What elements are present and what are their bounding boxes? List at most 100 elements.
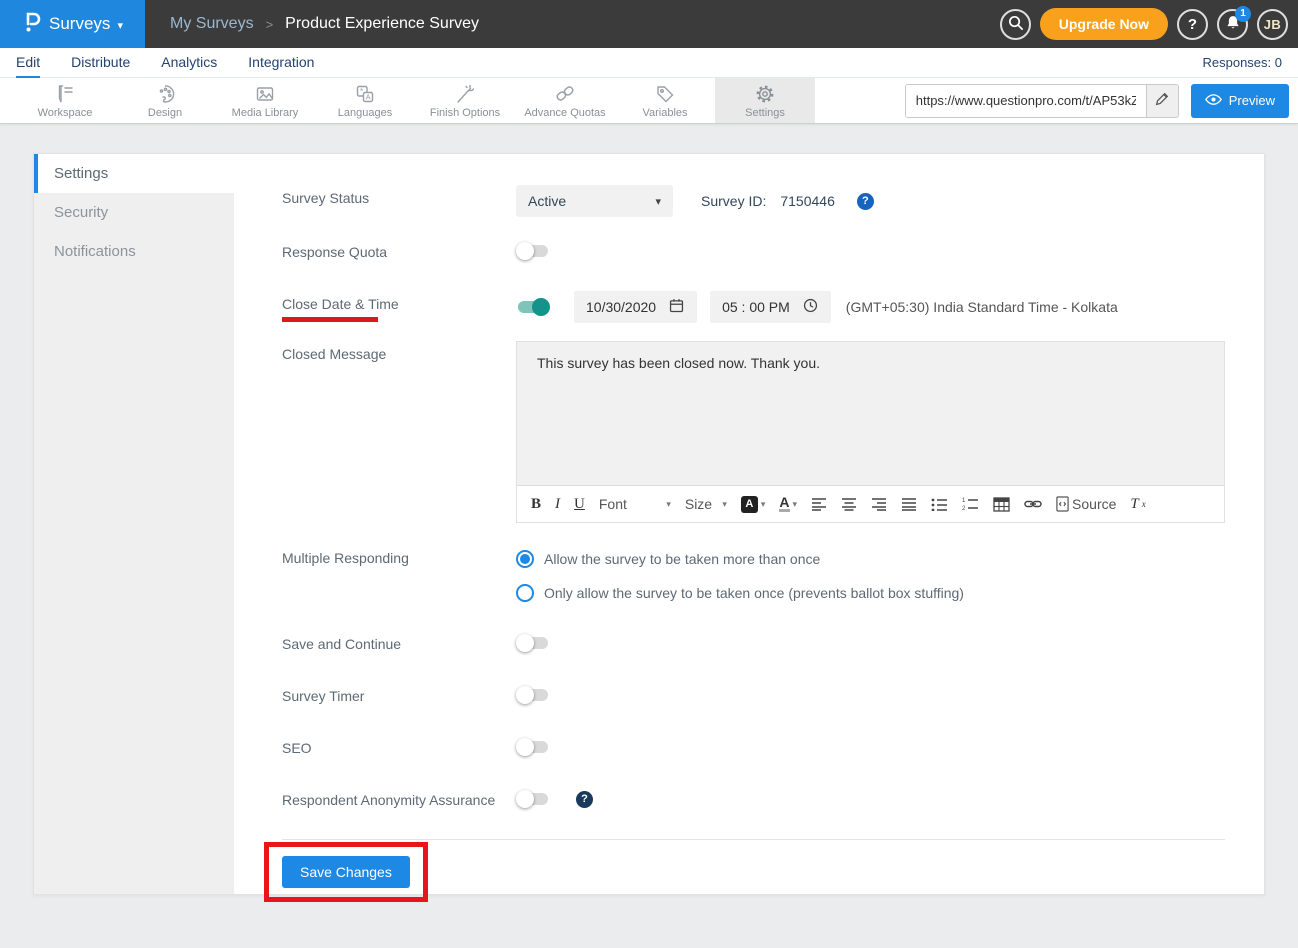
chevron-down-icon: ▾ [117,19,123,32]
chain-link-icon [554,83,576,105]
save-changes-button[interactable]: Save Changes [282,856,410,888]
anonymity-help-icon[interactable]: ? [576,791,593,808]
remove-format-button[interactable]: Tx [1130,496,1145,513]
save-and-continue-row: Save and Continue [282,631,1225,655]
topbar-actions: Upgrade Now ? 1 JB [1000,0,1288,48]
response-quota-row: Response Quota [282,239,1225,263]
calendar-icon [668,297,685,317]
tab-edit[interactable]: Edit [16,48,40,78]
chevron-down-icon: ▾ [666,499,671,510]
divider [282,839,1225,840]
survey-timer-toggle[interactable] [516,685,550,705]
app-switcher[interactable]: Surveys ▾ [0,0,145,48]
breadcrumb-parent[interactable]: My Surveys [170,15,254,33]
underline-button[interactable]: U [574,496,585,513]
svg-text:2: 2 [962,506,966,511]
toolbar-item-design[interactable]: Design [115,78,215,123]
survey-status-row: Survey Status Active ▾ Survey ID: 715044… [282,185,1225,217]
italic-button[interactable]: I [555,496,560,513]
close-time-field[interactable]: 05 : 00 PM [710,291,831,323]
workspace-icon [54,83,76,105]
tab-integration[interactable]: Integration [248,48,314,78]
respondent-anonymity-row: Respondent Anonymity Assurance ? [282,787,1225,811]
background-color-button[interactable]: A▾ [741,496,766,513]
toolbar-item-languages[interactable]: *A Languages [315,78,415,123]
text-color-button[interactable]: A▾ [779,496,797,512]
upgrade-now-button[interactable]: Upgrade Now [1040,8,1168,40]
pencil-icon [1154,91,1170,110]
radio-option-once[interactable]: Only allow the survey to be taken once (… [516,579,1225,607]
editor-toolbar: B I U Font▾ Size▾ A▾ A▾ 12 [517,485,1224,522]
respondent-anonymity-toggle[interactable] [516,789,550,809]
sidebar-item-notifications[interactable]: Notifications [34,232,234,271]
seo-toggle[interactable] [516,737,550,757]
avatar[interactable]: JB [1257,9,1288,40]
closed-message-row: Closed Message This survey has been clos… [282,341,1225,523]
multiple-responding-row: Multiple Responding Allow the survey to … [282,545,1225,607]
toolbar-item-settings[interactable]: Settings [715,78,815,123]
survey-status-dropdown[interactable]: Active ▾ [516,185,673,217]
chevron-down-icon: ▾ [722,499,727,510]
sidebar-item-security[interactable]: Security [34,193,234,232]
help-button[interactable]: ? [1177,9,1208,40]
image-icon [254,83,276,105]
page-background: Settings Security Notifications Survey S… [0,124,1298,948]
source-button[interactable]: Source [1056,496,1116,512]
chevron-down-icon: ▾ [655,195,661,208]
survey-link-group: Preview [905,78,1298,123]
closed-message-editor: This survey has been closed now. Thank y… [516,341,1225,523]
align-center-button[interactable] [841,497,857,511]
align-left-button[interactable] [811,497,827,511]
tab-analytics[interactable]: Analytics [161,48,217,78]
breadcrumb-current: Product Experience Survey [285,15,479,33]
toolbar-item-finish-options[interactable]: Finish Options [415,78,515,123]
size-dropdown[interactable]: Size▾ [685,496,727,512]
radio-unselected-icon[interactable] [516,584,534,602]
tab-distribute[interactable]: Distribute [71,48,130,78]
toolbar-item-advance-quotas[interactable]: Advance Quotas [515,78,615,123]
font-dropdown[interactable]: Font▾ [599,496,671,512]
survey-url-input[interactable] [906,85,1146,117]
sidebar-item-settings[interactable]: Settings [34,154,234,193]
close-date-time-label: Close Date & Time [282,291,516,323]
svg-text:*: * [360,87,363,96]
response-quota-toggle[interactable] [516,241,550,261]
survey-timer-row: Survey Timer [282,683,1225,707]
close-date-time-row: Close Date & Time 10/30/2020 05 : 00 PM [282,291,1225,323]
search-button[interactable] [1000,9,1031,40]
insert-link-button[interactable] [1024,498,1042,510]
bullet-list-button[interactable] [931,497,948,511]
insert-table-button[interactable] [993,497,1010,512]
questionpro-logo [22,10,42,39]
notification-badge: 1 [1235,6,1251,22]
seo-label: SEO [282,735,516,759]
text-color-icon: A [779,496,789,512]
save-and-continue-toggle[interactable] [516,633,550,653]
bold-button[interactable]: B [531,496,541,513]
preview-button[interactable]: Preview [1191,84,1289,118]
edit-url-button[interactable] [1146,85,1178,117]
close-date-time-toggle[interactable] [516,297,550,317]
closed-message-text[interactable]: This survey has been closed now. Thank y… [517,342,1224,485]
survey-timer-label: Survey Timer [282,683,516,707]
toolbar-item-media-library[interactable]: Media Library [215,78,315,123]
avatar-initials: JB [1264,17,1282,32]
close-date-field[interactable]: 10/30/2020 [574,291,697,323]
toolbar-item-workspace[interactable]: Workspace [15,78,115,123]
closed-message-label: Closed Message [282,341,516,523]
seo-row: SEO [282,735,1225,759]
numbered-list-button[interactable]: 12 [962,497,979,511]
radio-selected-icon[interactable] [516,550,534,568]
align-right-button[interactable] [871,497,887,511]
survey-id-help-icon[interactable]: ? [857,193,874,210]
eye-icon [1205,93,1222,109]
settings-content: Survey Status Active ▾ Survey ID: 715044… [234,154,1266,894]
breadcrumb: My Surveys > Product Experience Survey [170,15,479,33]
settings-panel: Settings Security Notifications Survey S… [33,153,1265,895]
radio-option-multiple[interactable]: Allow the survey to be taken more than o… [516,545,1225,573]
timezone-text: (GMT+05:30) India Standard Time - Kolkat… [846,299,1118,315]
toolbar-item-variables[interactable]: Variables [615,78,715,123]
notifications-button[interactable]: 1 [1217,9,1248,40]
align-justify-button[interactable] [901,497,917,511]
edit-toolbar: Workspace Design Media Library *A Langua… [0,78,1298,124]
